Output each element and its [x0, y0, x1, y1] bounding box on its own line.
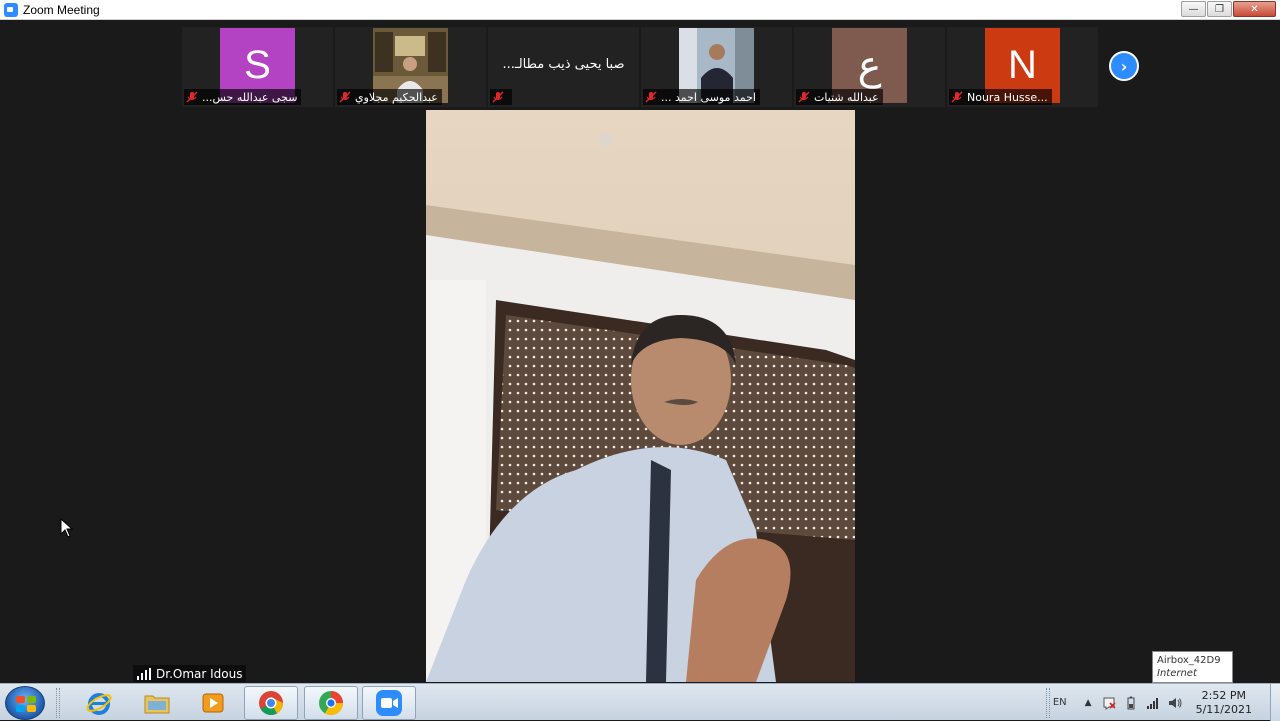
battery-icon[interactable]: [1124, 696, 1138, 710]
system-tray: EN ▲ 2:52 PM 5/11/2021: [1053, 684, 1280, 721]
participant-tile[interactable]: ...صبا يحيى ذيب مطالـ: [488, 27, 639, 107]
window-titlebar: Zoom Meeting — ❐ ✕: [0, 0, 1280, 20]
participant-strip: S ...سجى عبدالله حس عبدالحكيم مجلاوي ...…: [182, 27, 1100, 109]
media-player-icon: [202, 693, 224, 713]
participant-name: عبدالحكيم مجلاوي: [355, 90, 438, 104]
active-speaker-label: Dr.Omar Idous: [133, 665, 247, 682]
participant-name: ...سجى عبدالله حس: [202, 90, 298, 104]
network-tooltip: Airbox_42D9 Internet access: [1152, 651, 1233, 692]
participant-name: ... احمد موسى احمد: [661, 90, 756, 104]
taskbar-separator: [56, 688, 60, 718]
zoom-icon: [376, 690, 402, 716]
maximize-button[interactable]: ❐: [1207, 1, 1232, 17]
start-button[interactable]: [5, 686, 45, 720]
taskbar-separator: [1046, 688, 1050, 718]
zoom-app-icon: [4, 2, 18, 17]
close-button[interactable]: ✕: [1233, 1, 1276, 17]
minimize-button[interactable]: —: [1181, 1, 1206, 17]
participant-display-name: ...صبا يحيى ذيب مطالـ: [502, 57, 625, 72]
clock-date: 5/11/2021: [1195, 702, 1252, 716]
windows-taskbar: EN ▲ 2:52 PM 5/11/2021: [0, 683, 1280, 721]
next-page-button[interactable]: ›: [1109, 51, 1139, 81]
network-icon[interactable]: [1146, 696, 1160, 710]
window-controls: — ❐ ✕: [1180, 1, 1276, 17]
muted-mic-icon: [186, 91, 198, 103]
participant-nameplate: Noura Husse...: [949, 89, 1052, 105]
active-speaker-name: Dr.Omar Idous: [156, 666, 243, 681]
taskbar-edge[interactable]: [304, 686, 358, 720]
speaker-video-frame: [426, 110, 855, 682]
clock-time: 2:52 PM: [1201, 688, 1246, 702]
participant-nameplate: [490, 89, 512, 105]
volume-icon[interactable]: [1168, 696, 1182, 710]
participant-tile[interactable]: S ...سجى عبدالله حس: [182, 27, 333, 107]
participant-nameplate: عبدالله شتيات: [796, 89, 883, 105]
chrome-icon: [259, 691, 283, 716]
network-name: Airbox_42D9: [1157, 655, 1221, 666]
action-center-icon[interactable]: [1102, 696, 1116, 710]
muted-mic-icon: [492, 91, 504, 103]
participant-nameplate: ...سجى عبدالله حس: [184, 89, 302, 105]
show-hidden-icons-button[interactable]: ▲: [1085, 698, 1092, 708]
muted-mic-icon: [339, 91, 351, 103]
taskbar-zoom[interactable]: [362, 686, 416, 720]
folder-icon: [144, 695, 170, 714]
signal-strength-icon: [137, 667, 151, 680]
taskbar-file-explorer[interactable]: [130, 686, 184, 720]
system-clock[interactable]: 2:52 PM 5/11/2021: [1196, 689, 1252, 717]
windows-logo-icon: [16, 696, 36, 712]
taskbar-media-player[interactable]: [186, 686, 240, 720]
participant-tile[interactable]: N Noura Husse...: [947, 27, 1098, 107]
muted-mic-icon: [645, 91, 657, 103]
participant-name: Noura Husse...: [967, 90, 1048, 104]
language-indicator[interactable]: EN: [1053, 697, 1067, 708]
participant-nameplate: عبدالحكيم مجلاوي: [337, 89, 442, 105]
participant-tile[interactable]: عبدالحكيم مجلاوي: [335, 27, 486, 107]
show-desktop-button[interactable]: [1270, 684, 1280, 721]
active-speaker-video[interactable]: [426, 110, 855, 682]
participant-name: عبدالله شتيات: [814, 90, 879, 104]
muted-mic-icon: [951, 91, 963, 103]
participant-tile[interactable]: ... احمد موسى احمد: [641, 27, 792, 107]
participant-tile[interactable]: ع عبدالله شتيات: [794, 27, 945, 107]
window-title: Zoom Meeting: [23, 2, 100, 17]
muted-mic-icon: [798, 91, 810, 103]
participant-nameplate: ... احمد موسى احمد: [643, 89, 760, 105]
internet-explorer-icon: [86, 693, 112, 715]
taskbar-chrome[interactable]: [244, 686, 298, 720]
edge-icon: [319, 691, 343, 716]
mouse-cursor-icon: [60, 518, 74, 538]
taskbar-internet-explorer[interactable]: [72, 686, 126, 720]
